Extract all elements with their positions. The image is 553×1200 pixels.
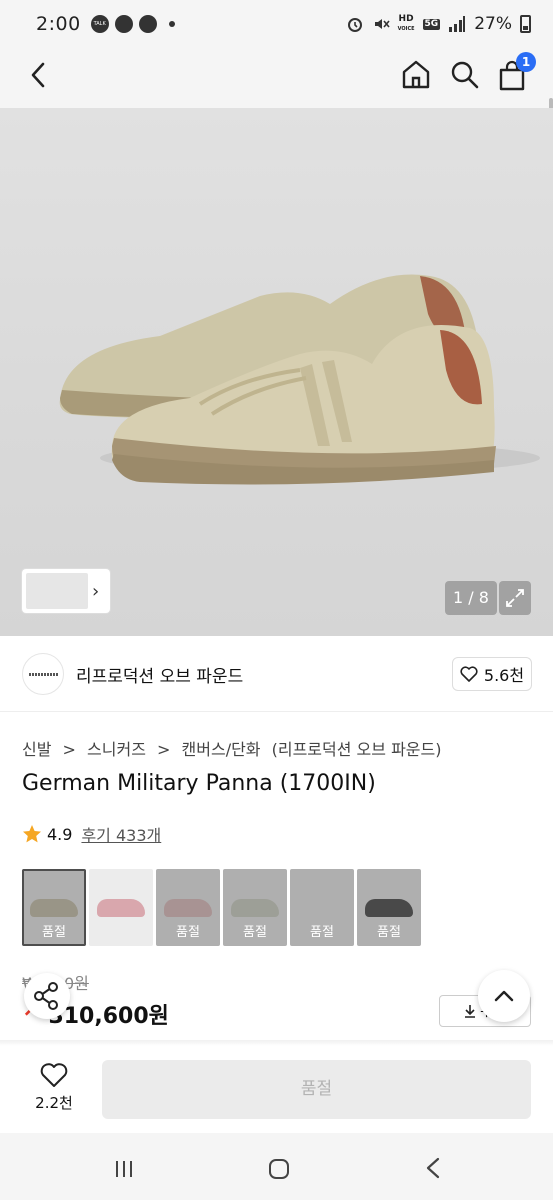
product-title: German Military Panna (1700IN) xyxy=(22,771,376,796)
product-photo-sneakers xyxy=(59,274,540,485)
rating-score: 4.9 xyxy=(47,824,73,844)
breadcrumb-separator: > xyxy=(62,740,76,759)
wishlist-count: 2.2천 xyxy=(35,1094,73,1112)
expand-button[interactable] xyxy=(499,581,531,615)
sold-out-label: 품절 xyxy=(176,925,200,940)
share-button[interactable] xyxy=(24,973,70,1019)
cart-button[interactable]: 1 xyxy=(496,52,536,92)
top-navigation: 1 xyxy=(0,48,553,158)
status-time: 2:00 xyxy=(36,13,81,35)
signal-icon xyxy=(449,16,466,32)
brand-name[interactable]: 리프로덕션 오브 파운드 xyxy=(76,662,243,687)
product-detail-page: 2:00 TALK HD VOICE 5G 27% 1 › 1 / 8 리프로덕… xyxy=(0,0,553,1200)
home-button[interactable] xyxy=(400,58,432,90)
color-option[interactable]: 품절 xyxy=(156,869,220,946)
chevron-up-icon xyxy=(494,990,514,1002)
network-type-icon: 5G xyxy=(422,18,441,30)
heart-outline-icon xyxy=(40,1063,68,1087)
hd-voice-icon: HD VOICE xyxy=(397,13,415,32)
breadcrumb-separator: > xyxy=(157,740,171,759)
sold-out-label: 품절 xyxy=(243,925,267,940)
thumbnail-strip[interactable]: › xyxy=(22,569,110,613)
alarm-icon xyxy=(347,18,362,32)
search-button[interactable] xyxy=(448,58,480,90)
color-option[interactable] xyxy=(89,869,153,946)
brand-logo[interactable] xyxy=(22,653,64,695)
download-icon xyxy=(465,1005,476,1018)
cart-count-badge: 1 xyxy=(516,52,536,72)
color-options: 품절 품절 품절 품절 품절 xyxy=(22,869,421,946)
color-option[interactable]: 품절 xyxy=(357,869,421,946)
star-icon xyxy=(23,825,41,843)
mute-icon xyxy=(374,19,390,29)
heart-icon xyxy=(460,666,478,682)
share-icon xyxy=(34,982,58,1010)
brand-like-button[interactable]: 5.6천 xyxy=(452,657,532,691)
bottom-action-bar: 2.2천 품절 xyxy=(0,1046,553,1133)
sold-out-label: 품절 xyxy=(310,925,334,940)
chevron-right-icon: › xyxy=(92,580,100,602)
breadcrumb-item-shoes[interactable]: 신발 xyxy=(22,740,51,759)
recent-apps-icon[interactable] xyxy=(114,1159,134,1179)
color-option[interactable]: 품절 xyxy=(223,869,287,946)
rating-row: 4.9 후기 433개 xyxy=(22,822,161,846)
product-image-gallery[interactable]: › 1 / 8 xyxy=(0,108,553,636)
search-icon xyxy=(451,61,479,89)
home-icon xyxy=(402,60,430,89)
back-nav-icon[interactable] xyxy=(424,1157,442,1179)
more-notifications-dot xyxy=(168,21,175,27)
brand-row[interactable]: 리프로덕션 오브 파운드 5.6천 xyxy=(0,636,553,712)
color-option[interactable]: 품절 xyxy=(290,869,354,946)
sold-out-label: 품절 xyxy=(377,925,401,940)
scroll-to-top-button[interactable] xyxy=(478,970,530,1022)
breadcrumb-item-brand[interactable]: (리프로덕션 오브 파운드) xyxy=(272,740,442,759)
kakaotalk-notification-icon: TALK xyxy=(90,15,109,33)
status-bar: 2:00 TALK HD VOICE 5G 27% xyxy=(0,0,553,48)
color-option[interactable]: 품절 xyxy=(22,869,86,946)
breadcrumb: 신발 > 스니커즈 > 캔버스/단화 (리프로덕션 오브 파운드) xyxy=(22,736,447,760)
thumbnail-image[interactable] xyxy=(26,573,88,609)
leaf-notification-icon xyxy=(138,15,157,33)
reviews-link[interactable]: 후기 433개 xyxy=(81,822,161,846)
chevron-left-icon xyxy=(31,62,45,88)
notification-icons: TALK xyxy=(90,15,175,33)
back-button[interactable] xyxy=(24,60,54,90)
battery-percent: 27% xyxy=(474,14,512,34)
android-navigation-bar xyxy=(0,1133,553,1200)
brand-like-count: 5.6천 xyxy=(483,666,525,685)
system-icons: HD VOICE 5G 27% xyxy=(346,14,531,34)
battery-icon xyxy=(520,15,531,33)
expand-icon xyxy=(506,589,524,607)
sold-out-button[interactable]: 품절 xyxy=(102,1060,531,1119)
sold-out-label: 품절 xyxy=(42,925,66,940)
message-notification-icon xyxy=(114,15,133,33)
breadcrumb-item-canvas[interactable]: 캔버스/단화 xyxy=(182,740,261,759)
wishlist-button[interactable]: 2.2천 xyxy=(28,1062,80,1113)
breadcrumb-item-sneakers[interactable]: 스니커즈 xyxy=(87,740,146,759)
home-nav-icon[interactable] xyxy=(268,1159,290,1179)
image-counter: 1 / 8 xyxy=(445,581,497,615)
